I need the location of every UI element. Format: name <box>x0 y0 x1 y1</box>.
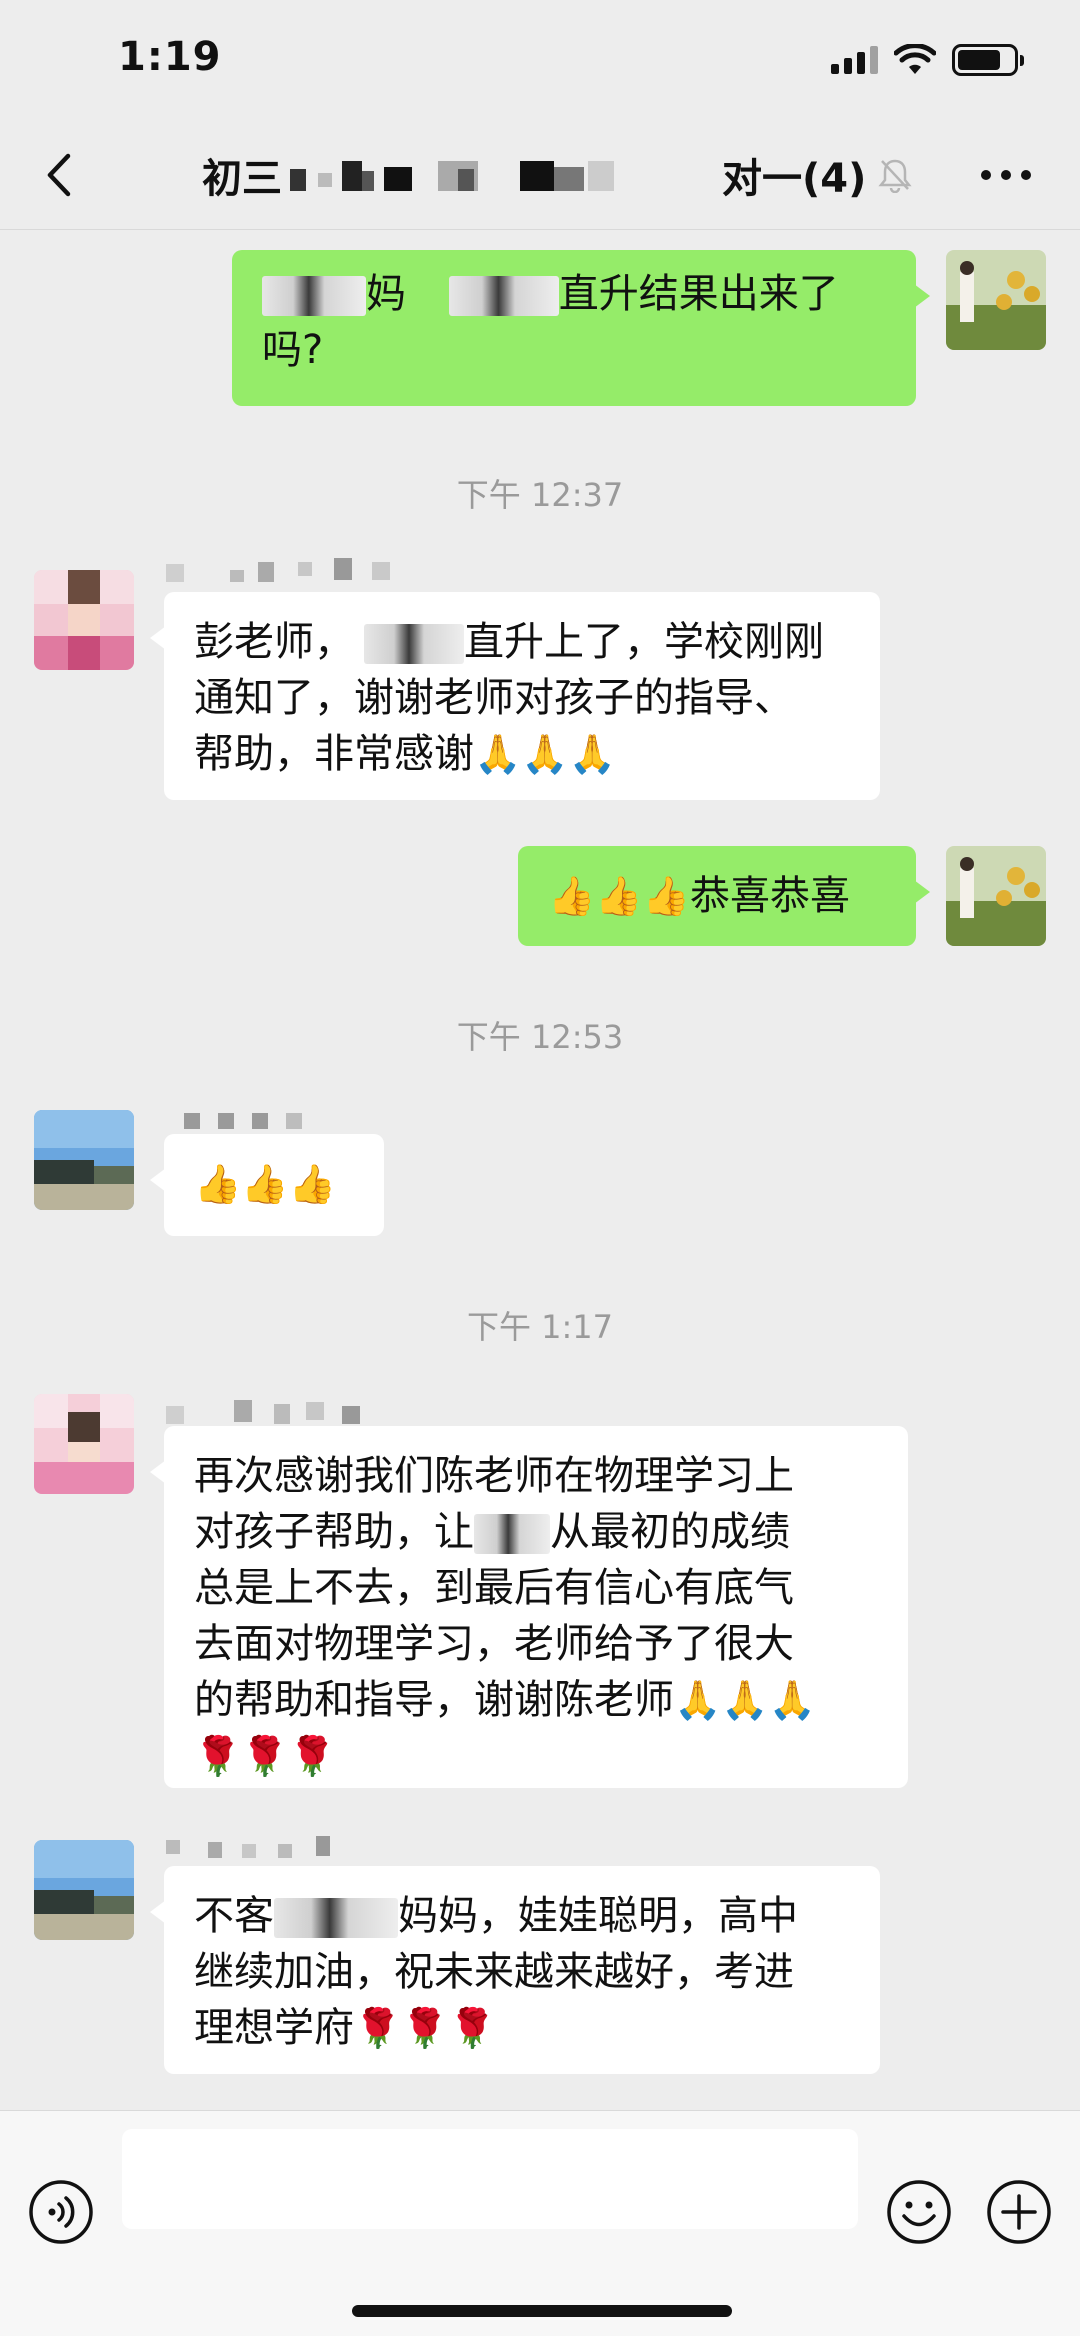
pray-emoji: 🙏🙏🙏 <box>674 1678 816 1722</box>
message-text: 妈妈，娃娃聪明，高中 <box>398 1893 798 1939</box>
message-text: 再次感谢我们陈老师在物理学习上 <box>194 1453 794 1499</box>
sender-avatar[interactable] <box>34 1110 134 1210</box>
redacted-sender-name <box>184 1113 302 1129</box>
redacted-text <box>474 1514 550 1554</box>
redacted-sender-name <box>166 1400 360 1424</box>
incoming-message-bubble[interactable]: 再次感谢我们陈老师在物理学习上 对孩子帮助，让 从最初的成绩 总是上不去，到最后有… <box>150 1426 908 1788</box>
pray-emoji: 🙏🙏🙏 <box>474 732 616 776</box>
message-text: 妈 <box>366 271 406 317</box>
ellipsis-icon[interactable] <box>978 160 1034 190</box>
message-text: 理想学府 <box>194 2005 354 2051</box>
message-text-line: 不客 妈妈，娃娃聪明，高中 <box>194 1888 850 1944</box>
message-text: 吗? <box>262 327 324 373</box>
message-text: 恭喜恭喜 <box>689 873 850 919</box>
cellular-signal-icon <box>831 46 878 74</box>
status-bar: 1:19 <box>0 0 1080 120</box>
sender-avatar[interactable] <box>34 570 134 670</box>
redacted-text <box>448 276 559 316</box>
input-bar <box>0 2110 1080 2336</box>
message-text: 通知了，谢谢老师对孩子的指导、 <box>194 675 794 721</box>
smiley-icon[interactable] <box>886 2179 952 2245</box>
message-text: 从最初的成绩 <box>550 1509 790 1555</box>
status-time: 1:19 <box>118 34 222 80</box>
chat-title-suffix-wrap: 对一(4) <box>722 146 913 204</box>
message-input[interactable] <box>122 2129 858 2229</box>
message-text: 直升结果出来了 <box>558 271 839 317</box>
incoming-message-bubble[interactable]: 不客 妈妈，娃娃聪明，高中 继续加油，祝未来越来越好，考进 理想学府🌹🌹🌹 <box>150 1866 880 2074</box>
message-list[interactable]: 妈 直升结果出来了 吗? 下午 12:37 彭老师， 直升上了，学校刚刚 通知了，… <box>0 230 1080 2110</box>
chevron-left-icon[interactable] <box>36 150 86 200</box>
incoming-message-bubble[interactable]: 彭老师， 直升上了，学校刚刚 通知了，谢谢老师对孩子的指导、 帮助，非常感谢🙏🙏🙏 <box>150 592 880 800</box>
bell-muted-icon <box>878 159 913 193</box>
incoming-message-bubble[interactable]: 👍👍👍 <box>150 1134 384 1236</box>
outgoing-message-bubble[interactable]: 妈 直升结果出来了 吗? <box>232 250 930 406</box>
message-text-line: 的帮助和指导，谢谢陈老师🙏🙏🙏 <box>194 1672 878 1728</box>
message-text: 不客 <box>194 1893 274 1939</box>
redacted-text <box>364 624 464 664</box>
redacted-sender-name <box>166 558 390 582</box>
message-text: 的帮助和指导，谢谢陈老师 <box>194 1677 674 1723</box>
battery-icon <box>952 44 1024 76</box>
timestamp: 下午 1:17 <box>466 1308 614 1346</box>
message-text-line: 对孩子帮助，让 从最初的成绩 <box>194 1504 878 1560</box>
thumbs-up-emoji: 👍👍👍 <box>194 1162 336 1206</box>
status-icons <box>831 44 1024 76</box>
message-text: 对孩子帮助，让 <box>194 1509 474 1555</box>
redacted-text <box>274 1898 398 1938</box>
chat-title-prefix: 初三 <box>202 156 282 202</box>
my-avatar[interactable] <box>946 846 1046 946</box>
message-text-line: 彭老师， 直升上了，学校刚刚 <box>194 614 850 670</box>
chat-header: 初三 对一(4) <box>0 120 1080 230</box>
message-text: 总是上不去，到最后有信心有底气 <box>194 1565 794 1611</box>
rose-emoji: 🌹🌹🌹 <box>194 1734 336 1778</box>
message-text: 直升上了，学校刚刚 <box>464 619 824 665</box>
home-indicator[interactable] <box>352 2305 732 2317</box>
chat-title-suffix: 对一(4) <box>722 156 867 202</box>
message-text-line: 理想学府🌹🌹🌹 <box>194 2000 850 2056</box>
my-avatar[interactable] <box>946 250 1046 350</box>
redacted-mosaic <box>290 161 614 191</box>
message-text: 帮助，非常感谢 <box>194 731 474 777</box>
message-text: 彭老师， <box>194 619 354 665</box>
rose-emoji: 🌹🌹🌹 <box>354 2006 496 2050</box>
wifi-icon <box>894 44 936 74</box>
chat-title: 初三 <box>202 146 714 204</box>
message-text-line: 帮助，非常感谢🙏🙏🙏 <box>194 726 850 782</box>
plus-circle-icon[interactable] <box>986 2179 1052 2245</box>
message-text: 去面对物理学习，老师给予了很大 <box>194 1621 794 1667</box>
message-text-line: 妈 直升结果出来了 <box>262 266 886 322</box>
thumbs-up-emoji: 👍👍👍 <box>548 874 690 918</box>
redacted-sender-name <box>166 1836 330 1858</box>
redacted-text <box>262 276 366 316</box>
timestamp: 下午 12:53 <box>456 1018 624 1056</box>
voice-icon[interactable] <box>28 2179 94 2245</box>
message-text: 继续加油，祝未来越来越好，考进 <box>194 1949 794 1995</box>
outgoing-message-bubble[interactable]: 👍👍👍恭喜恭喜 <box>518 846 930 946</box>
sender-avatar[interactable] <box>34 1394 134 1494</box>
sender-avatar[interactable] <box>34 1840 134 1940</box>
timestamp: 下午 12:37 <box>456 476 624 514</box>
